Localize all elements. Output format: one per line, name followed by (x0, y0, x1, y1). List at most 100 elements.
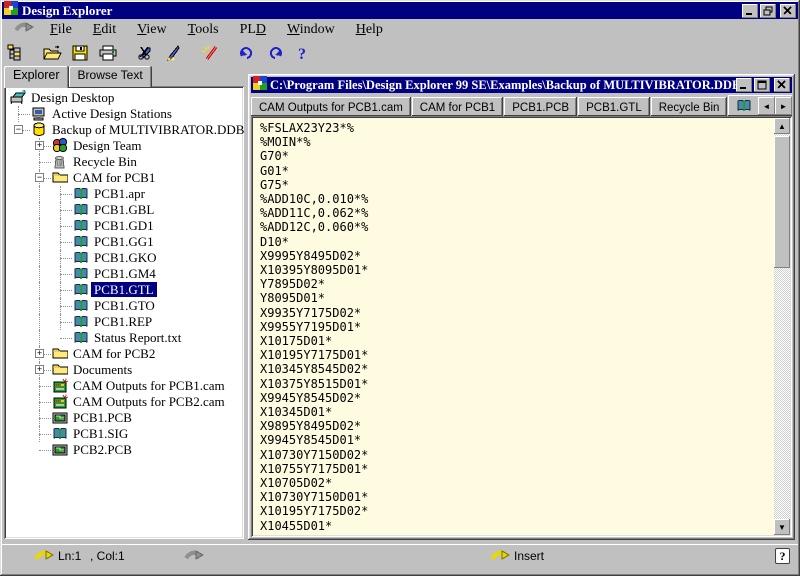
doc-minimize-button[interactable] (736, 78, 752, 92)
main-titlebar[interactable]: Design Explorer (2, 2, 798, 19)
redo-button[interactable] (262, 42, 288, 64)
tree-item-cam-for-pcb1[interactable]: −CAM for PCB1 (4, 170, 244, 186)
gerber-line: X9955Y7195D01* (260, 320, 774, 334)
menu-file[interactable]: File (44, 21, 78, 39)
status-help-icon[interactable]: ? (775, 548, 790, 564)
tree-item-active-design-stations[interactable]: Active Design Stations (4, 106, 244, 122)
menu-help[interactable]: Help (350, 21, 389, 39)
document-book-icon (736, 98, 753, 113)
doc-close-button[interactable] (774, 78, 790, 92)
paste-button[interactable] (160, 42, 186, 64)
tree-item-label: Backup of MULTIVIBRATOR.DDB (49, 122, 244, 137)
doc-tab-label: PCB1.PCB (512, 102, 569, 114)
document-path-title: C:\Program Files\Design Explorer 99 SE\E… (270, 78, 736, 93)
yellow-curved-arrow-icon (490, 549, 510, 561)
tree-item-cam-outputs-for-pcb2-cam[interactable]: CAM Outputs for PCB2.cam (4, 394, 244, 410)
doc-tab-pcb1-gtl[interactable]: PCB1.GTL (578, 97, 650, 116)
tree-guide-line (60, 210, 72, 211)
tree-item-pcb1-apr[interactable]: PCB1.apr (4, 186, 244, 202)
tree-guide-line (39, 218, 40, 234)
cam-output-icon (52, 394, 68, 410)
undo-button[interactable] (234, 42, 260, 64)
gerber-line: %ADD10C,0.010*% (260, 192, 774, 206)
pen-tool-icon (165, 45, 181, 61)
tree-guide-line (60, 274, 72, 275)
tree-guide-line (39, 298, 40, 314)
menu-tools[interactable]: Tools (182, 21, 225, 39)
menu-window[interactable]: Window (281, 21, 341, 39)
tab-explorer[interactable]: Explorer (4, 66, 69, 88)
tab-browse-text[interactable]: Browse Text (69, 66, 152, 87)
insert-mode-indicator: Insert (514, 549, 544, 563)
document-book-icon (73, 186, 89, 202)
doc-tab-recycle-bin[interactable]: Recycle Bin (651, 97, 728, 116)
tree-item-design-desktop[interactable]: Design Desktop (4, 90, 244, 106)
printer-icon (99, 45, 117, 61)
doc-maximize-button[interactable] (754, 78, 770, 92)
explorer-panel: ExplorerBrowse Text Design DesktopActive… (4, 66, 244, 539)
tree-item-pcb1-gd1[interactable]: PCB1.GD1 (4, 218, 244, 234)
menu-edit[interactable]: Edit (87, 21, 122, 39)
minimize-button[interactable] (742, 4, 758, 18)
scrollbar-thumb[interactable] (774, 136, 790, 268)
tree-item-pcb2-pcb[interactable]: PCB2.PCB (4, 442, 244, 458)
expand-box-icon[interactable]: + (35, 141, 44, 150)
tree-item-status-report-txt[interactable]: Status Report.txt (4, 330, 244, 346)
gerber-line: X9945Y8545D02* (260, 391, 774, 405)
wizard-button[interactable] (197, 42, 223, 64)
tab-scroll-left-button[interactable]: ◄ (758, 97, 775, 115)
tree-guide-line (39, 386, 51, 387)
tree-item-documents[interactable]: +Documents (4, 362, 244, 378)
tree-item-pcb1-sig[interactable]: PCB1.SIG (4, 426, 244, 442)
tree-item-recycle-bin[interactable]: Recycle Bin (4, 154, 244, 170)
help-button[interactable]: ? (290, 42, 316, 64)
gerber-line: X10730Y7150D02* (260, 448, 774, 462)
tree-item-pcb1-gtl[interactable]: PCB1.GTL (4, 282, 244, 298)
document-titlebar[interactable]: C:\Program Files\Design Explorer 99 SE\E… (251, 77, 792, 93)
toggle-explorer-button[interactable] (2, 42, 28, 64)
gerber-line: D10* (260, 235, 774, 249)
tree-item-pcb1-gko[interactable]: PCB1.GKO (4, 250, 244, 266)
scroll-down-button[interactable]: ▼ (774, 519, 790, 535)
gerber-line: X10755Y7175D01* (260, 462, 774, 476)
save-floppy-icon (72, 45, 88, 61)
tree-item-cam-for-pcb2[interactable]: +CAM for PCB2 (4, 346, 244, 362)
tree-item-cam-outputs-for-pcb1-cam[interactable]: CAM Outputs for PCB1.cam (4, 378, 244, 394)
save-button[interactable] (67, 42, 93, 64)
expand-box-icon[interactable]: + (35, 365, 44, 374)
menu-view[interactable]: View (131, 21, 173, 39)
tree-item-label: PCB1.GTL (91, 282, 157, 297)
gerber-text-editor[interactable]: %FSLAX23Y23*%%MOIN*%G70*G01*G75*%ADD10C,… (253, 118, 774, 535)
tree-item-backup-of-multivibrator-ddb[interactable]: − Backup of MULTIVIBRATOR.DDB (4, 122, 244, 138)
tab-scroll-right-button[interactable]: ► (775, 97, 792, 115)
expand-box-icon[interactable]: + (35, 349, 44, 358)
scroll-up-button[interactable]: ▲ (774, 118, 790, 134)
print-button[interactable] (95, 42, 121, 64)
tree-item-pcb1-gbl[interactable]: PCB1.GBL (4, 202, 244, 218)
open-document-button[interactable] (39, 42, 65, 64)
restore-button[interactable] (760, 4, 776, 18)
tree-item-pcb1-gto[interactable]: PCB1.GTO (4, 298, 244, 314)
tree-item-pcb1-pcb[interactable]: PCB1.PCB (4, 410, 244, 426)
collapse-box-icon[interactable]: − (14, 125, 23, 134)
menu-pld[interactable]: PLD (234, 21, 272, 39)
pcb-document-icon (52, 442, 68, 458)
doc-tab-cam-for-pcb1[interactable]: CAM for PCB1 (412, 97, 503, 116)
close-button[interactable] (780, 4, 796, 18)
help-icon: ? (297, 45, 309, 61)
cut-button[interactable] (132, 42, 158, 64)
tree-item-label: PCB1.GKO (91, 250, 160, 265)
vertical-scrollbar[interactable]: ▲ ▼ (774, 118, 790, 535)
tree-item-pcb1-rep[interactable]: PCB1.REP (4, 314, 244, 330)
gerber-line: %ADD11C,0.062*% (260, 206, 774, 220)
gerber-line: %ADD12C,0.060*% (260, 220, 774, 234)
toolbar: ? (2, 40, 798, 65)
design-desktop-icon (10, 90, 26, 106)
tree-item-pcb1-gg1[interactable]: PCB1.GG1 (4, 234, 244, 250)
doc-tab-cam-outputs-for-pcb1-cam[interactable]: CAM Outputs for PCB1.cam (251, 97, 411, 116)
doc-tab-pcb1-pcb[interactable]: PCB1.PCB (504, 97, 577, 116)
collapse-box-icon[interactable]: − (35, 173, 44, 182)
tree-item-design-team[interactable]: +Design Team (4, 138, 244, 154)
tree-item-pcb1-gm4[interactable]: PCB1.GM4 (4, 266, 244, 282)
svg-text:?: ? (298, 46, 306, 61)
